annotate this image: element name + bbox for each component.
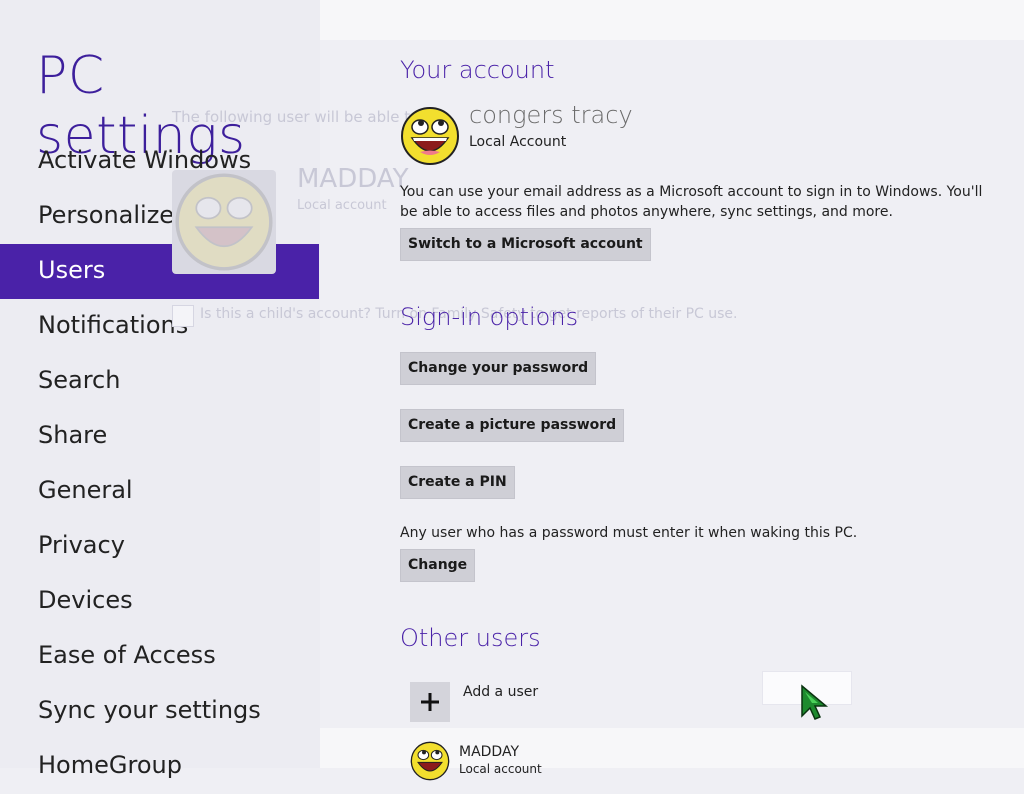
nav-item-label: General: [38, 476, 133, 504]
nav-item-label: Share: [38, 421, 108, 449]
change-password-button[interactable]: Change your password: [400, 352, 597, 385]
nav-item-label: Sync your settings: [38, 696, 261, 724]
smiley-face-icon: [410, 741, 450, 781]
green-arrow-cursor-icon: [800, 684, 830, 724]
background-dialog-text: The following user will be able to: [172, 108, 420, 126]
nav-item-label: Ease of Access: [38, 641, 216, 669]
add-user-button[interactable]: [410, 682, 450, 722]
background-dialog-username: MADDAY: [297, 164, 409, 194]
nav-item-label: Privacy: [38, 531, 125, 559]
nav-item-search[interactable]: Search: [0, 354, 319, 409]
account-name: congers tracy: [469, 101, 633, 129]
nav-item-devices[interactable]: Devices: [0, 574, 319, 629]
nav-item-share[interactable]: Share: [0, 409, 319, 464]
plus-icon: [421, 693, 439, 711]
user-avatar-madday[interactable]: [410, 741, 450, 781]
account-description: You can use your email address as a Micr…: [400, 184, 983, 220]
create-picture-password-button[interactable]: Create a picture password: [400, 409, 625, 442]
nav-item-label: Devices: [38, 586, 133, 614]
nav-item-label: Personalize: [38, 201, 175, 229]
nav-item-sync-your-settings[interactable]: Sync your settings: [0, 684, 319, 739]
change-wake-policy-button[interactable]: Change: [400, 549, 476, 582]
your-account-heading: Your account: [400, 56, 555, 84]
nav-item-general[interactable]: General: [0, 464, 319, 519]
nav-item-label: Search: [38, 366, 121, 394]
signin-options-heading: Sign-in options: [400, 303, 579, 331]
nav-item-privacy[interactable]: Privacy: [0, 519, 319, 574]
other-users-heading: Other users: [400, 624, 541, 652]
wake-password-text: Any user who has a password must enter i…: [400, 525, 858, 541]
nav-item-homegroup[interactable]: HomeGroup: [0, 739, 319, 794]
background-dialog-user-type: Local account: [297, 198, 387, 213]
add-user-label[interactable]: Add a user: [463, 684, 538, 700]
nav-item-label: HomeGroup: [38, 751, 182, 779]
account-avatar[interactable]: [400, 106, 460, 166]
create-pin-button[interactable]: Create a PIN: [400, 466, 515, 499]
account-type: Local Account: [469, 134, 567, 150]
nav-item-label: Notifications: [38, 311, 189, 339]
other-user-type: Local account: [459, 762, 542, 776]
nav-item-ease-of-access[interactable]: Ease of Access: [0, 629, 319, 684]
switch-microsoft-account-button[interactable]: Switch to a Microsoft account: [400, 228, 651, 261]
background-dialog-avatar: [172, 170, 276, 274]
top-band: [320, 0, 1024, 40]
nav-item-label: Users: [38, 256, 106, 284]
other-user-name[interactable]: MADDAY: [459, 744, 519, 760]
smiley-face-icon: [401, 107, 459, 165]
background-dialog-checkbox: [172, 305, 194, 327]
